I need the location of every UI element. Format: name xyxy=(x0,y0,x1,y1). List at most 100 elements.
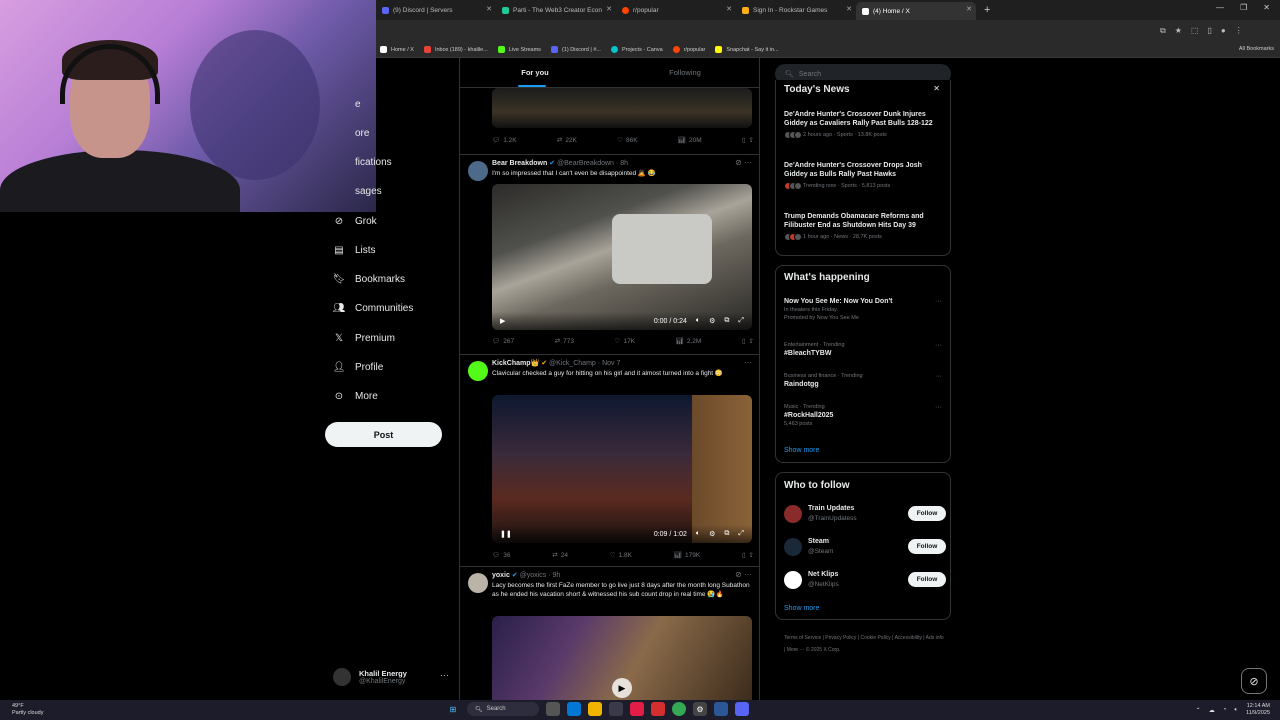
news-item[interactable]: De'Andre Hunter's Crossover Drops Josh G… xyxy=(784,161,946,190)
tweet-video[interactable]: ❚❚ 0:09 / 1:02 🔈︎ ⚙ ⧉ ⤢ xyxy=(492,395,752,543)
nav-item-profile[interactable]: 👤︎ Profile xyxy=(333,361,384,373)
cast-icon[interactable]: ⧉ xyxy=(1160,26,1166,36)
follow-button[interactable]: Follow xyxy=(908,539,946,554)
close-tab-icon[interactable]: ✕ xyxy=(846,5,852,13)
repost-button[interactable]: ⇄ 773 xyxy=(555,337,574,346)
close-tab-icon[interactable]: ✕ xyxy=(486,5,492,13)
bookmark-item[interactable]: Live Streams xyxy=(497,46,541,53)
nav-item-home[interactable]: e xyxy=(333,98,361,110)
bookmark-item[interactable]: Home / X xyxy=(380,46,414,53)
reply-button[interactable]: 💬︎ 1.2K xyxy=(492,136,517,145)
tweet-author-handle[interactable]: @Kick_Champ xyxy=(549,360,596,367)
settings-icon[interactable]: ⚙ xyxy=(709,530,715,538)
avatar[interactable] xyxy=(468,573,488,593)
nav-item-more[interactable]: ⊙ More xyxy=(333,390,378,402)
tweet[interactable]: yoxic ✔ @yoxics · 9h ⊘ ··· Lacy becomes … xyxy=(460,567,759,700)
bookmark-button[interactable]: ▯ ⇪ xyxy=(742,136,754,144)
views-button[interactable]: 📊︎ 2.2M xyxy=(676,337,702,346)
tweet[interactable]: Bear Breakdown ✔ @BearBreakdown · 8h ⊘ ·… xyxy=(460,155,759,355)
maximize-icon[interactable]: ❐ xyxy=(1240,3,1247,12)
more-dots-icon[interactable]: ··· xyxy=(440,670,449,680)
app-icon[interactable] xyxy=(630,702,644,716)
more-dots-icon[interactable]: ··· xyxy=(744,358,752,367)
edge-icon[interactable] xyxy=(567,702,581,716)
wifi-icon[interactable]: ◔ xyxy=(1223,707,1227,713)
tweet-author-handle[interactable]: @BearBreakdown xyxy=(557,160,614,167)
taskbar-search[interactable]: 🔍︎ Search xyxy=(467,702,539,716)
chrome-icon[interactable] xyxy=(672,702,686,716)
tweet-time[interactable]: Nov 7 xyxy=(602,360,620,367)
more-dots-icon[interactable]: ··· xyxy=(935,373,942,380)
browser-tab[interactable]: (9) Discord | Servers ✕ xyxy=(376,2,496,18)
browser-tab[interactable]: Sign In - Rockstar Games ✕ xyxy=(736,2,856,18)
views-button[interactable]: 📊︎ 179K xyxy=(674,551,700,560)
task-view-icon[interactable] xyxy=(546,702,560,716)
tweet-time[interactable]: 8h xyxy=(620,160,628,167)
sidebar-icon[interactable]: ▯ xyxy=(1207,26,1211,36)
discord-icon[interactable] xyxy=(735,702,749,716)
volume-icon[interactable]: 🔈︎ xyxy=(1234,707,1238,714)
fullscreen-icon[interactable]: ⤢ xyxy=(738,317,744,325)
views-button[interactable]: 📊︎ 20M xyxy=(678,136,702,145)
like-button[interactable]: ♡ 1.8K xyxy=(610,551,632,560)
follow-suggestion[interactable]: Net Klips @NetKlips Follow xyxy=(784,569,946,593)
nav-item-explore[interactable]: ore xyxy=(333,127,369,139)
settings-icon[interactable]: ⚙ xyxy=(709,317,715,325)
like-button[interactable]: ♡ 17K xyxy=(615,337,635,346)
repost-button[interactable]: ⇄ 24 xyxy=(552,551,568,560)
avatar[interactable] xyxy=(468,161,488,181)
fullscreen-icon[interactable]: ⤢ xyxy=(738,530,744,538)
volume-icon[interactable]: 🔈︎ xyxy=(696,317,700,325)
like-button[interactable]: ♡ 86K xyxy=(617,136,637,145)
grok-floating-button[interactable]: ⊘ xyxy=(1241,668,1267,694)
extensions-icon[interactable]: ⬚ xyxy=(1191,26,1199,36)
nav-item-bookmarks[interactable]: 🔖︎ Bookmarks xyxy=(333,273,405,285)
more-dots-icon[interactable]: ··· xyxy=(935,404,942,411)
tweet-video[interactable]: ▶ 0:00 / 0:24 🔈︎ ⚙ ⧉ ⤢ xyxy=(492,184,752,330)
store-icon[interactable] xyxy=(609,702,623,716)
browser-tab-active[interactable]: (4) Home / X ✕ xyxy=(856,2,976,20)
pause-icon[interactable]: ❚❚ xyxy=(500,530,512,538)
reply-button[interactable]: 💬︎ 36 xyxy=(492,551,511,560)
follow-button[interactable]: Follow xyxy=(908,506,946,521)
reply-button[interactable]: 💬︎ 267 xyxy=(492,337,514,346)
profile-avatar-icon[interactable]: ● xyxy=(1221,26,1226,36)
sidebar-footer[interactable]: Terms of Service | Privacy Policy | Cook… xyxy=(784,632,944,656)
settings-icon[interactable]: ⚙ xyxy=(693,702,707,716)
follow-suggestion[interactable]: Steam @Steam Follow xyxy=(784,536,946,560)
bookmark-item[interactable]: Snapchat - Say it in... xyxy=(715,46,779,53)
pip-icon[interactable]: ⧉ xyxy=(724,317,729,325)
tweet-media[interactable] xyxy=(492,88,752,128)
nav-item-messages[interactable]: sages xyxy=(333,185,382,197)
bookmark-item[interactable]: Projects - Canva xyxy=(610,46,663,53)
trend-item[interactable]: Now You See Me: Now You Don't In theater… xyxy=(784,298,946,321)
tweet-author-name[interactable]: Bear Breakdown xyxy=(492,160,547,167)
tweet[interactable]: 💬︎ 1.2K ⇄ 22K ♡ 86K 📊︎ 20M ▯ ⇪ xyxy=(460,88,759,155)
follow-suggestion[interactable]: Train Updates @TrainUpdatess Follow xyxy=(784,503,946,527)
news-item[interactable]: De'Andre Hunter's Crossover Dunk Injures… xyxy=(784,110,946,139)
close-tab-icon[interactable]: ✕ xyxy=(606,5,612,13)
tweet-author-handle[interactable]: @yoxics xyxy=(520,572,547,579)
more-dots-icon[interactable]: ··· xyxy=(935,342,942,349)
nav-item-grok[interactable]: ⊘ Grok xyxy=(333,215,377,227)
tweet[interactable]: KickChamp👑 ✔ @Kick_Champ · Nov 7 ··· Cla… xyxy=(460,355,759,567)
star-icon[interactable]: ★ xyxy=(1175,26,1182,36)
new-tab-icon[interactable]: + xyxy=(984,4,990,16)
post-button[interactable]: Post xyxy=(325,422,442,447)
trend-item[interactable]: Business and finance · Trending Raindotg… xyxy=(784,373,946,388)
tweet-time[interactable]: 9h xyxy=(553,572,561,579)
tweet-author-name[interactable]: KickChamp👑 xyxy=(492,360,539,367)
tweet-video[interactable]: ▶ xyxy=(492,616,752,700)
weather-widget[interactable]: 49°F Partly cloudy xyxy=(12,703,44,717)
all-bookmarks[interactable]: All Bookmarks xyxy=(1239,46,1274,52)
tweet-author-name[interactable]: yoxic xyxy=(492,572,510,579)
play-icon[interactable]: ▶ xyxy=(612,678,632,698)
app-icon[interactable] xyxy=(651,702,665,716)
bookmark-button[interactable]: ▯ ⇪ xyxy=(742,551,754,559)
more-dots-icon[interactable]: ⊘ ··· xyxy=(735,158,752,167)
trend-item[interactable]: Music · Trending #RockHall2025 5,463 pos… xyxy=(784,404,946,427)
nav-item-premium[interactable]: 𝕏 Premium xyxy=(333,332,395,344)
avatar[interactable] xyxy=(468,361,488,381)
minimize-icon[interactable]: — xyxy=(1216,3,1224,12)
bookmark-button[interactable]: ▯ ⇪ xyxy=(742,337,754,345)
